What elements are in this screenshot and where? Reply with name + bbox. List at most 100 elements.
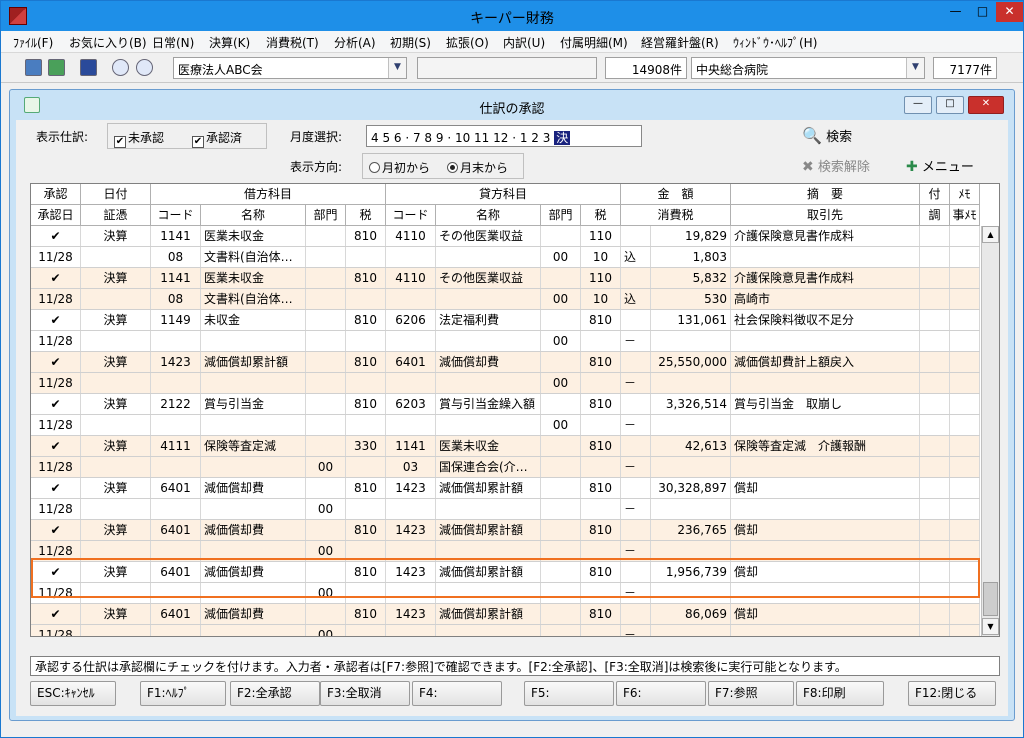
debit-tax-cell: 810 — [346, 604, 386, 624]
table-row[interactable]: 11/28 00 － — [31, 499, 980, 520]
zoom-in-icon[interactable] — [112, 59, 129, 76]
menu-analysis[interactable]: 分析(A) — [334, 34, 376, 51]
vertical-scrollbar[interactable]: ▲ ▼ — [981, 226, 999, 636]
credit-name-cell: 減価償却累計額 — [436, 604, 541, 624]
credit-sub-code-cell — [386, 289, 436, 309]
open-icon[interactable] — [25, 59, 42, 76]
month-selected[interactable]: 決 — [554, 131, 571, 145]
credit-code-cell: 1423 — [386, 562, 436, 582]
zoom-out-icon[interactable] — [136, 59, 153, 76]
tax-amount-cell — [651, 373, 731, 393]
f12-close-button[interactable]: F12:閉じる — [908, 681, 996, 706]
approve-check-cell[interactable]: ✔ — [31, 268, 81, 288]
minimize-button[interactable]: — — [942, 2, 969, 22]
table-row[interactable]: 11/28 00 － — [31, 625, 980, 636]
table-row[interactable]: ✔ 決算 6401 減価償却費 810 1423 減価償却累計額 810 86,069 償却 — [31, 604, 980, 625]
credit-tax-cell: 810 — [581, 310, 621, 330]
table-row[interactable]: ✔ 決算 2122 賞与引当金 810 6203 賞与引当金繰入額 810 3,326,514 賞… — [31, 394, 980, 415]
screen-icon[interactable] — [80, 59, 97, 76]
credit-name-cell: その他医業収益 — [436, 268, 541, 288]
approve-check-cell[interactable]: ✔ — [31, 310, 81, 330]
scroll-thumb[interactable] — [983, 582, 998, 616]
menu-compass[interactable]: 経営羅針盤(R) — [641, 34, 719, 51]
menu-window-help[interactable]: ｳｨﾝﾄﾞｳ･ﾍﾙﾌﾟ(H) — [733, 34, 817, 51]
close-button[interactable]: ✕ — [996, 2, 1023, 22]
table-row[interactable]: ✔ 決算 6401 減価償却費 810 1423 減価償却累計額 810 236,765 償却 — [31, 520, 980, 541]
table-row[interactable]: 11/28 00 － — [31, 541, 980, 562]
credit-sub-dept-cell: 00 — [541, 247, 581, 267]
approve-check-cell[interactable]: ✔ — [31, 520, 81, 540]
menu-button[interactable]: ✚ メニュー — [906, 156, 974, 175]
table-row[interactable]: 11/28 08 文書料(自治体… 00 10 込 530 高崎市 — [31, 289, 980, 310]
unapproved-label: 未承認 — [128, 131, 165, 145]
table-row[interactable]: ✔ 決算 4111 保険等査定減 330 1141 医業未収金 810 42,613 保険等査定減… — [31, 436, 980, 457]
approve-check-cell[interactable]: ✔ — [31, 352, 81, 372]
dir-start-radio[interactable]: 月初から — [369, 159, 430, 176]
partner-cell — [731, 583, 920, 603]
credit-dept-cell — [541, 226, 581, 246]
approve-check-cell[interactable]: ✔ — [31, 226, 81, 246]
empty-cell — [950, 289, 980, 309]
credit-code-cell: 1423 — [386, 604, 436, 624]
menu-file[interactable]: ﾌｧｲﾙ(F) — [13, 34, 53, 51]
title-bar[interactable]: キーパー財務 — □ ✕ — [1, 1, 1023, 31]
table-row[interactable]: 11/28 00 － — [31, 373, 980, 394]
maximize-button[interactable]: □ — [969, 2, 996, 22]
f2-approve-all-button[interactable]: F2:全承認 — [230, 681, 320, 706]
f7-reference-button[interactable]: F7:参照 — [708, 681, 794, 706]
search-clear-button[interactable]: ✖ 検索解除 — [802, 156, 870, 175]
table-row[interactable]: ✔ 決算 1141 医業未収金 810 4110 その他医業収益 110 19,829 介護保険意… — [31, 226, 980, 247]
menu-extension[interactable]: 拡張(O) — [446, 34, 489, 51]
table-row[interactable]: 11/28 00 － — [31, 415, 980, 436]
approve-check-cell[interactable]: ✔ — [31, 562, 81, 582]
menu-settlement[interactable]: 決算(K) — [209, 34, 250, 51]
f1-help-button[interactable]: F1:ﾍﾙﾌﾟ — [140, 681, 226, 706]
table-row[interactable]: 11/28 00 03 国保連合会(介… － — [31, 457, 980, 478]
approval-title-bar[interactable]: 仕訳の承認 — □ ✕ — [10, 90, 1014, 120]
approve-check-cell[interactable]: ✔ — [31, 604, 81, 624]
hospital-select[interactable]: 中央総合病院 ▼ — [691, 57, 925, 79]
esc-cancel-button[interactable]: ESC:ｷｬﾝｾﾙ — [30, 681, 116, 706]
table-row[interactable]: ✔ 決算 1423 減価償却累計額 810 6401 減価償却費 810 25,550,000 減… — [31, 352, 980, 373]
table-row[interactable]: ✔ 決算 6401 減価償却費 810 1423 減価償却累計額 810 1,956,739 償却 — [31, 562, 980, 583]
search-button[interactable]: 🔍 検索 — [802, 126, 852, 145]
sub-close-button[interactable]: ✕ — [968, 96, 1004, 114]
table-row[interactable]: 11/28 00 － — [31, 331, 980, 352]
table-row[interactable]: 11/28 08 文書料(自治体… 00 10 込 1,803 — [31, 247, 980, 268]
sub-minimize-button[interactable]: — — [904, 96, 932, 114]
approve-check-cell[interactable]: ✔ — [31, 436, 81, 456]
f6-button[interactable]: F6: — [616, 681, 706, 706]
scroll-down-icon[interactable]: ▼ — [982, 618, 999, 635]
menu-daily[interactable]: 日常(N) — [152, 34, 194, 51]
scroll-up-icon[interactable]: ▲ — [982, 226, 999, 243]
refresh-icon[interactable] — [48, 59, 65, 76]
approve-check-cell[interactable]: ✔ — [31, 394, 81, 414]
company-select[interactable]: 医療法人ABC会 ▼ — [173, 57, 407, 79]
tax-included-flag-cell: 込 — [621, 247, 651, 267]
dir-end-radio[interactable]: 月末から — [447, 159, 508, 176]
voucher-type-cell: 決算 — [81, 436, 151, 456]
table-row[interactable]: ✔ 決算 6401 減価償却費 810 1423 減価償却累計額 810 30,328,897 償… — [31, 478, 980, 499]
f4-button[interactable]: F4: — [412, 681, 502, 706]
menu-consumption-tax[interactable]: 消費税(T) — [266, 34, 319, 51]
menu-label: メニュー — [921, 160, 974, 175]
menu-breakdown[interactable]: 内訳(U) — [503, 34, 545, 51]
table-row[interactable]: 11/28 00 － — [31, 583, 980, 604]
menu-favorites[interactable]: お気に入り(B) — [69, 34, 147, 51]
approve-check-cell[interactable]: ✔ — [31, 478, 81, 498]
f5-button[interactable]: F5: — [524, 681, 614, 706]
table-row[interactable]: ✔ 決算 1149 未収金 810 6206 法定福利費 810 131,061 社会保険料徴収不… — [31, 310, 980, 331]
table-row[interactable]: ✔ 決算 1141 医業未収金 810 4110 その他医業収益 110 5,832 介護保険意見… — [31, 268, 980, 289]
month-selector[interactable]: 4 5 6 · 7 8 9 · 10 11 12 · 1 2 3 決 — [366, 125, 642, 147]
tax-amount-cell — [651, 415, 731, 435]
sub-maximize-button[interactable]: □ — [936, 96, 964, 114]
credit-code-cell: 4110 — [386, 226, 436, 246]
menu-initial[interactable]: 初期(S) — [390, 34, 431, 51]
approved-checkbox[interactable]: ✔ 承認済 — [192, 129, 242, 148]
debit-sub-dept-cell: 00 — [306, 583, 346, 603]
f3-cancel-all-button[interactable]: F3:全取消 — [320, 681, 410, 706]
unapproved-checkbox[interactable]: ✔ 未承認 — [114, 129, 164, 148]
menu-attached[interactable]: 付属明細(M) — [560, 34, 628, 51]
voucher-no-cell — [81, 625, 151, 636]
f8-print-button[interactable]: F8:印刷 — [796, 681, 884, 706]
